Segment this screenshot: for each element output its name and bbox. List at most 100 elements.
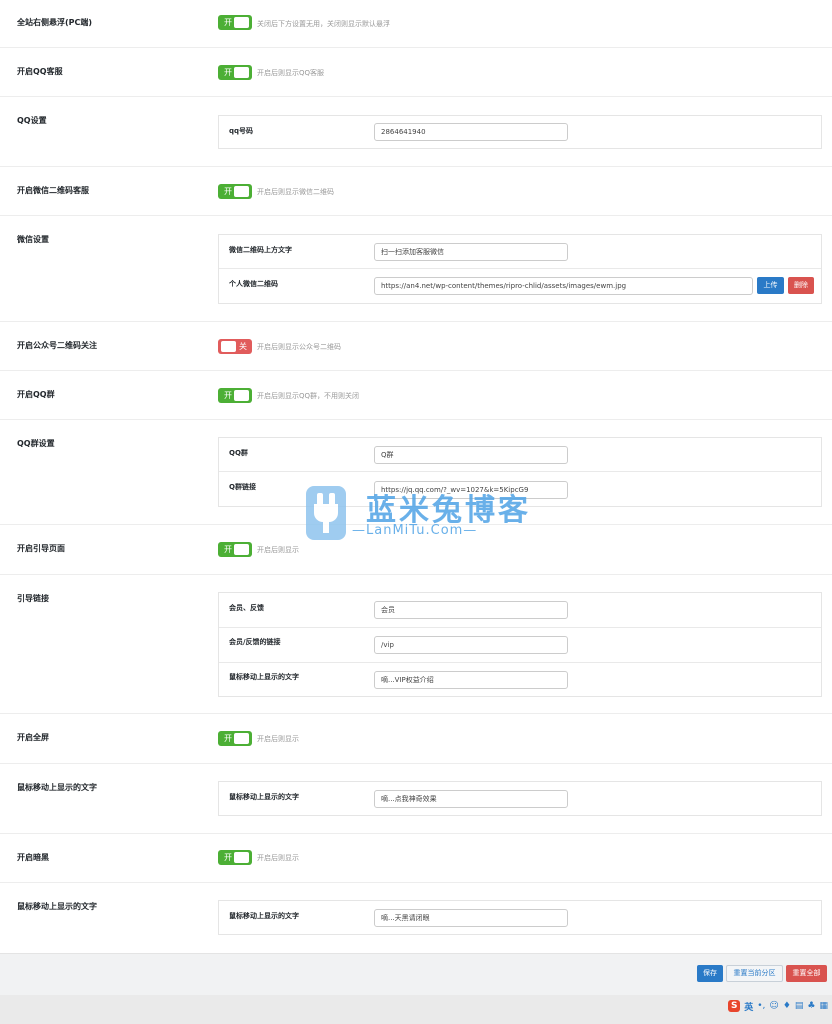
wechat-text-row: 微信二维码上方文字 扫一扫添加客服微信: [219, 235, 821, 269]
toggle-text: 开: [224, 734, 232, 743]
wechat-qr-row: 个人微信二维码 https://an4.net/wp-content/theme…: [219, 269, 821, 303]
toggle-knob: [234, 186, 249, 197]
sogou-logo-icon[interactable]: S: [728, 1000, 741, 1012]
setting-description: 开启后则显示QQ群，不用则关闭: [257, 392, 360, 400]
setting-label: 全站右侧悬浮(PC端): [17, 18, 93, 27]
hover-text-input[interactable]: 嘀...VIP权益介绍: [374, 671, 568, 689]
toggle-text: 开: [224, 853, 232, 862]
toggle-knob: [234, 733, 249, 744]
setting-row-wechat-qr: 开启微信二维码客服 开 开启后则显示微信二维码: [0, 167, 832, 216]
dark-hover-input[interactable]: 嘀...天黑请闭眼: [374, 909, 568, 927]
dark-mode-toggle[interactable]: 开: [218, 850, 252, 865]
field-label: 鼠标移动上显示的文字: [229, 673, 299, 681]
setting-row-fullscreen: 开启全屏 开 开启后则显示: [0, 714, 832, 764]
setting-description: 开启后则显示微信二维码: [257, 188, 334, 196]
qq-group-name-input[interactable]: Q群: [374, 446, 568, 464]
guide-links-group: 会员、反馈 会员 会员/反馈的链接 /vip 鼠标移动上显示的文字 嘀...VI…: [218, 592, 822, 697]
qq-settings-group: qq号码 2864641940: [218, 115, 822, 149]
setting-label: 鼠标移动上显示的文字: [17, 783, 97, 792]
guide-page-toggle[interactable]: 开: [218, 542, 252, 557]
toggle-text: 开: [224, 545, 232, 554]
setting-label: 开启微信二维码客服: [17, 186, 89, 195]
language-indicator[interactable]: 英: [744, 1000, 753, 1013]
microphone-icon[interactable]: ♦: [783, 1001, 791, 1011]
qq-group-link-input[interactable]: https://jq.qq.com/?_wv=1027&k=5KipcG9: [374, 481, 568, 499]
qq-group-name-row: QQ群 Q群: [219, 438, 821, 472]
upload-button[interactable]: 上传: [757, 277, 784, 294]
setting-description: 开启后则显示: [257, 735, 299, 743]
setting-description: 开启后则显示QQ客服: [257, 69, 325, 77]
toggle-text: 开: [224, 187, 232, 196]
dark-hover-group: 鼠标移动上显示的文字 嘀...天黑请闭眼: [218, 900, 822, 935]
dark-hover-row: 鼠标移动上显示的文字 嘀...天黑请闭眼: [219, 901, 821, 934]
toggle-knob: [234, 17, 249, 28]
qq-service-toggle[interactable]: 开: [218, 65, 252, 80]
setting-label: 开启引导页面: [17, 544, 65, 553]
setting-row-fullscreen-hover: 鼠标移动上显示的文字 鼠标移动上显示的文字 嘀...点我神奇效果: [0, 764, 832, 834]
setting-description: 开启后则显示: [257, 546, 299, 554]
setting-row-guide-links: 引导链接 会员、反馈 会员 会员/反馈的链接 /vip 鼠标移动上显示的文字 嘀…: [0, 575, 832, 714]
qq-group-toggle[interactable]: 开: [218, 388, 252, 403]
member-feedback-input[interactable]: 会员: [374, 601, 568, 619]
official-account-toggle[interactable]: 关: [218, 339, 252, 354]
field-label: 会员、反馈: [229, 604, 264, 612]
setting-row-wechat-settings: 微信设置 微信二维码上方文字 扫一扫添加客服微信 个人微信二维码 https:/…: [0, 216, 832, 322]
setting-row-qq-group: 开启QQ群 开 开启后则显示QQ群，不用则关闭: [0, 371, 832, 420]
qq-number-row: qq号码 2864641940: [219, 116, 821, 148]
bottom-bar: [0, 995, 832, 1024]
field-label: 个人微信二维码: [229, 280, 278, 288]
qq-group-settings-group: QQ群 Q群 Q群链接 https://jq.qq.com/?_wv=1027&…: [218, 437, 822, 507]
field-label: Q群链接: [229, 483, 256, 491]
toggle-knob: [234, 67, 249, 78]
setting-label: 开启暗黑: [17, 853, 49, 862]
setting-row-qq-group-settings: QQ群设置 QQ群 Q群 Q群链接 https://jq.qq.com/?_wv…: [0, 420, 832, 525]
field-label: 会员/反馈的链接: [229, 638, 281, 646]
field-label: qq号码: [229, 127, 254, 135]
field-label: 微信二维码上方文字: [229, 246, 292, 254]
toggle-knob: [234, 390, 249, 401]
setting-description: 开启后则显示公众号二维码: [257, 343, 341, 351]
reset-section-button[interactable]: 重置当前分区: [726, 965, 783, 982]
clothes-icon[interactable]: ♣: [807, 1001, 815, 1011]
setting-label: 开启公众号二维码关注: [17, 341, 97, 350]
setting-description: 开启后则显示: [257, 854, 299, 862]
toggle-text: 开: [224, 68, 232, 77]
member-feedback-link-input[interactable]: /vip: [374, 636, 568, 654]
toggle-text: 开: [224, 391, 232, 400]
field-label: 鼠标移动上显示的文字: [229, 793, 299, 801]
toggle-knob: [234, 852, 249, 863]
setting-label: QQ设置: [17, 116, 47, 125]
wechat-text-input[interactable]: 扫一扫添加客服微信: [374, 243, 568, 261]
setting-label: 引导链接: [17, 594, 49, 603]
grid-icon[interactable]: ▦: [819, 1001, 828, 1011]
delete-button[interactable]: 删除: [788, 277, 814, 294]
reset-all-button[interactable]: 重置全部: [786, 965, 827, 982]
qq-number-input[interactable]: 2864641940: [374, 123, 568, 141]
setting-label: 微信设置: [17, 235, 49, 244]
wechat-qr-url-input[interactable]: https://an4.net/wp-content/themes/ripro-…: [374, 277, 753, 295]
member-feedback-row: 会员、反馈 会员: [219, 593, 821, 628]
field-label: 鼠标移动上显示的文字: [229, 912, 299, 920]
save-button[interactable]: 保存: [697, 965, 723, 982]
float-toggle[interactable]: 开: [218, 15, 252, 30]
setting-row-dark-hover: 鼠标移动上显示的文字 鼠标移动上显示的文字 嘀...天黑请闭眼: [0, 883, 832, 953]
footer-actions: 保存 重置当前分区 重置全部: [0, 953, 832, 995]
toggle-knob: [234, 544, 249, 555]
setting-row-qq-service: 开启QQ客服 开 开启后则显示QQ客服: [0, 48, 832, 97]
punctuation-icon[interactable]: •,: [757, 1001, 765, 1011]
setting-row-official-account: 开启公众号二维码关注 关 开启后则显示公众号二维码: [0, 322, 832, 371]
fullscreen-toggle[interactable]: 开: [218, 731, 252, 746]
setting-label: 开启QQ客服: [17, 67, 63, 76]
fullscreen-hover-group: 鼠标移动上显示的文字 嘀...点我神奇效果: [218, 781, 822, 816]
setting-row-qq-settings: QQ设置 qq号码 2864641940: [0, 97, 832, 167]
setting-label: 开启全屏: [17, 733, 49, 742]
field-label: QQ群: [229, 449, 248, 457]
emoji-icon[interactable]: ☺: [769, 1001, 778, 1011]
keyboard-icon[interactable]: ▤: [795, 1001, 804, 1011]
member-feedback-link-row: 会员/反馈的链接 /vip: [219, 628, 821, 663]
ime-toolbar: S 英 •, ☺ ♦ ▤ ♣ ▦: [728, 999, 828, 1013]
setting-description: 关闭后下方设置无用，关闭则显示默认悬浮: [257, 20, 390, 28]
wechat-qr-toggle[interactable]: 开: [218, 184, 252, 199]
setting-row-float: 全站右侧悬浮(PC端) 开 关闭后下方设置无用，关闭则显示默认悬浮: [0, 0, 832, 48]
fullscreen-hover-input[interactable]: 嘀...点我神奇效果: [374, 790, 568, 808]
